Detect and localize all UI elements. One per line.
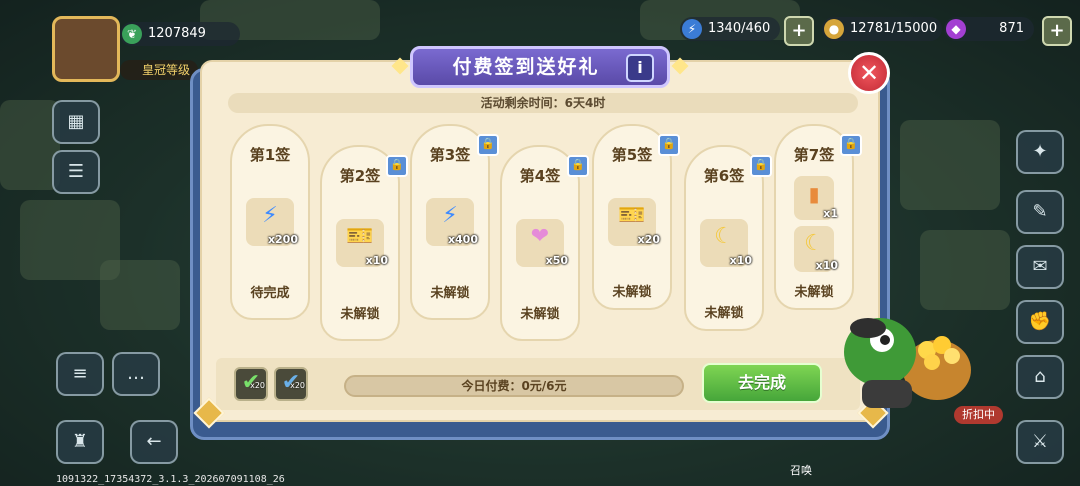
- close-button[interactable]: ✕: [848, 52, 890, 94]
- coin-icon: ●: [824, 19, 844, 39]
- reward-count: x10: [729, 254, 752, 267]
- reward-count: x200: [267, 233, 298, 246]
- sword-button[interactable]: ⚔: [1016, 420, 1064, 464]
- time-remaining: 活动剩余时间：6天4时: [228, 93, 858, 113]
- energy-icon: ⚡: [682, 19, 702, 39]
- reward-slot: ☾ x10: [794, 226, 838, 272]
- go-complete-button[interactable]: 去完成: [702, 363, 822, 403]
- score-value: 1207849: [148, 26, 206, 41]
- castle-button[interactable]: ♜: [56, 420, 104, 464]
- back-button[interactable]: ←: [130, 420, 178, 464]
- coin-pill: ● 12781/15000: [822, 17, 942, 41]
- reward-slot: ▮ x1: [794, 176, 838, 220]
- energy-value: 1340/460: [708, 21, 771, 36]
- gem-value: 871: [999, 21, 1024, 36]
- lock-icon: 🔒: [750, 155, 772, 177]
- lock-icon: 🔒: [658, 134, 680, 156]
- compass-button[interactable]: ✦: [1016, 130, 1064, 174]
- card-status: 未解锁: [430, 286, 470, 301]
- avatar[interactable]: [52, 16, 120, 82]
- coin-value: 12781/15000: [850, 21, 938, 36]
- lock-icon: 🔒: [386, 155, 408, 177]
- fist-button[interactable]: ✊: [1016, 300, 1064, 344]
- build-id: 1091322_17354372_3.1.3_202607091108_26: [56, 474, 285, 485]
- payment-progress-bar: 今日付费：0元/6元: [344, 375, 684, 397]
- reward-count: x400: [447, 233, 478, 246]
- reward-slot: ⚡ x400: [426, 198, 478, 246]
- chat-button[interactable]: …: [112, 352, 160, 396]
- reward-slot: 🎫 x10: [336, 219, 388, 267]
- reward-count: x1: [823, 207, 838, 220]
- gem-pill: ◆ 871: [944, 17, 1034, 41]
- frog-mascot-with-treasure: [844, 318, 971, 408]
- reward-count: x20: [637, 233, 660, 246]
- reward-count: x50: [545, 254, 568, 267]
- progress-text: 今日付费：0元/6元: [461, 379, 567, 393]
- info-button[interactable]: i: [626, 54, 654, 82]
- summon-label: 召唤: [790, 464, 812, 477]
- check-count: x20: [290, 381, 305, 390]
- message-button[interactable]: ✉: [1016, 245, 1064, 289]
- menu-button-left-2[interactable]: ☰: [52, 150, 100, 194]
- gem-icon: ◆: [946, 19, 966, 39]
- card-status: 待完成: [250, 286, 290, 301]
- score-pill: ❦ 1207849: [120, 22, 240, 46]
- signin-card-day-1[interactable]: 第1签 ⚡ x200 待完成: [230, 124, 310, 320]
- reward-count: x10: [815, 259, 838, 272]
- list-button[interactable]: ≡: [56, 352, 104, 396]
- reward-slot: 🎫 x20: [608, 198, 660, 246]
- panel-title-text: 付费签到送好礼: [452, 56, 600, 78]
- add-gem-button[interactable]: +: [1042, 16, 1072, 46]
- reward-count: x10: [365, 254, 388, 267]
- menu-button-left-1[interactable]: ▦: [52, 100, 100, 144]
- lightning-icon: ⚡: [262, 203, 278, 228]
- add-energy-button[interactable]: +: [784, 16, 814, 46]
- card-status: 未解锁: [704, 306, 744, 321]
- leaf-icon: ❦: [122, 24, 142, 44]
- check-count: x20: [250, 381, 265, 390]
- shop-button[interactable]: ⌂: [1016, 355, 1064, 399]
- moon-icon: ☾: [804, 231, 824, 256]
- reward-slot: ⚡ x200: [246, 198, 298, 246]
- check-reward-box[interactable]: ✔ x20: [274, 367, 308, 401]
- energy-pill: ⚡ 1340/460: [680, 17, 780, 41]
- check-reward-box[interactable]: ✔ x20: [234, 367, 268, 401]
- card-day-label: 第1签: [249, 146, 291, 164]
- go-complete-label: 去完成: [737, 373, 786, 392]
- rainbow-gem-icon: ❤: [530, 224, 550, 249]
- lightning-icon: ⚡: [442, 203, 458, 228]
- card-icon: ▮: [808, 182, 820, 206]
- reward-slot: ❤ x50: [516, 219, 568, 267]
- lock-icon: 🔒: [567, 155, 589, 177]
- ticket-icon: 🎫: [346, 224, 374, 249]
- vip-label-text: 皇冠等级: [142, 63, 191, 77]
- lock-icon: 🔒: [477, 134, 499, 156]
- card-status: 未解锁: [340, 307, 380, 322]
- vip-label[interactable]: 皇冠等级: [120, 60, 199, 80]
- card-status: 未解锁: [612, 285, 652, 300]
- ticket-icon: 🎫: [618, 203, 646, 228]
- reward-slot: ☾ x10: [700, 219, 752, 267]
- lock-icon: 🔒: [840, 134, 862, 156]
- card-status: 未解锁: [520, 307, 560, 322]
- moon-icon: ☾: [714, 224, 734, 249]
- tool-button[interactable]: ✎: [1016, 190, 1064, 234]
